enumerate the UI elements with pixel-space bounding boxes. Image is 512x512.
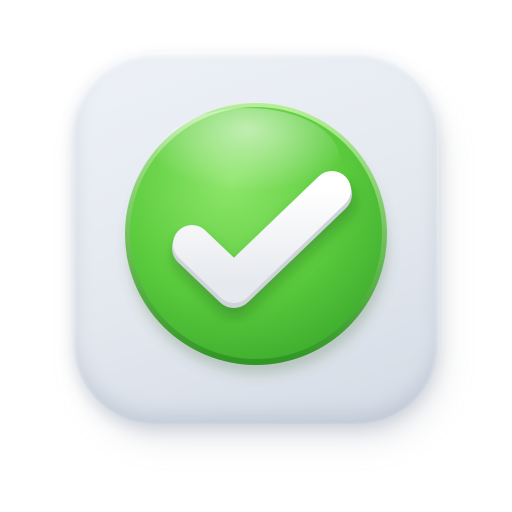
success-badge — [125, 103, 388, 374]
app-icon[interactable] — [0, 0, 512, 512]
